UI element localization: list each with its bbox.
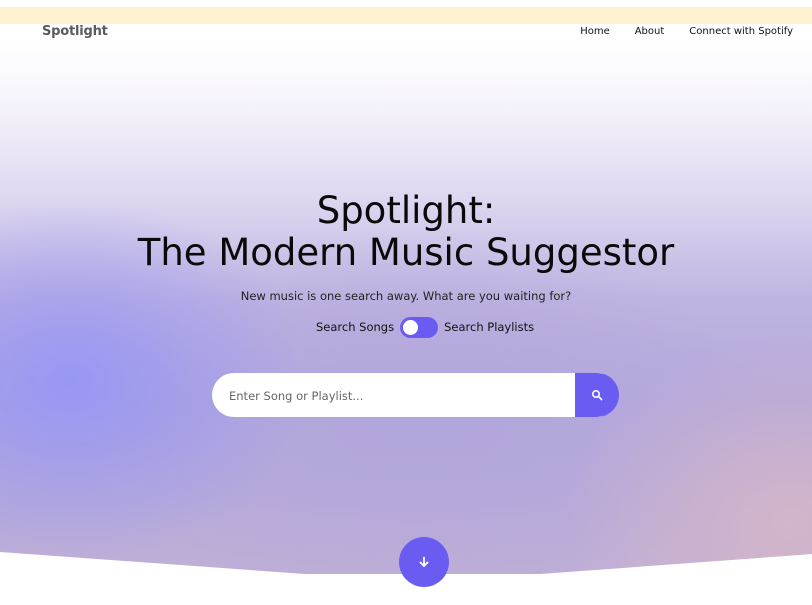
nav-link-home[interactable]: Home bbox=[580, 26, 610, 37]
nav-links: Home About Connect with Spotify bbox=[555, 26, 793, 37]
hero-section bbox=[0, 42, 812, 574]
toggle-label-playlists: Search Playlists bbox=[444, 320, 535, 334]
hero-title-line1: Spotlight: bbox=[316, 189, 496, 232]
hero-subtitle: New music is one search away. What are y… bbox=[240, 289, 572, 303]
search-mode-toggle[interactable] bbox=[400, 316, 439, 338]
toggle-label-songs: Search Songs bbox=[316, 320, 395, 334]
top-banner-strip bbox=[0, 7, 812, 24]
hero-title-line2: The Modern Music Suggestor bbox=[137, 231, 675, 274]
page: Spotlight Home About Connect with Spotif… bbox=[0, 0, 812, 605]
scroll-down-button[interactable] bbox=[399, 537, 449, 587]
search-mode-toggle-row: Search Songs Search Playlists bbox=[316, 316, 534, 338]
hero-title: Spotlight: The Modern Music Suggestor bbox=[0, 190, 812, 274]
nav-link-about[interactable]: About bbox=[635, 26, 665, 37]
search-bar bbox=[212, 373, 602, 417]
arrow-down-icon bbox=[419, 556, 429, 567]
nav-link-connect-spotify[interactable]: Connect with Spotify bbox=[689, 26, 793, 37]
toggle-knob bbox=[403, 319, 419, 335]
search-button[interactable] bbox=[575, 373, 619, 417]
navbar: Spotlight Home About Connect with Spotif… bbox=[0, 24, 812, 42]
search-icon bbox=[591, 389, 603, 401]
search-input[interactable] bbox=[227, 385, 571, 407]
brand-logo[interactable]: Spotlight bbox=[42, 24, 108, 39]
